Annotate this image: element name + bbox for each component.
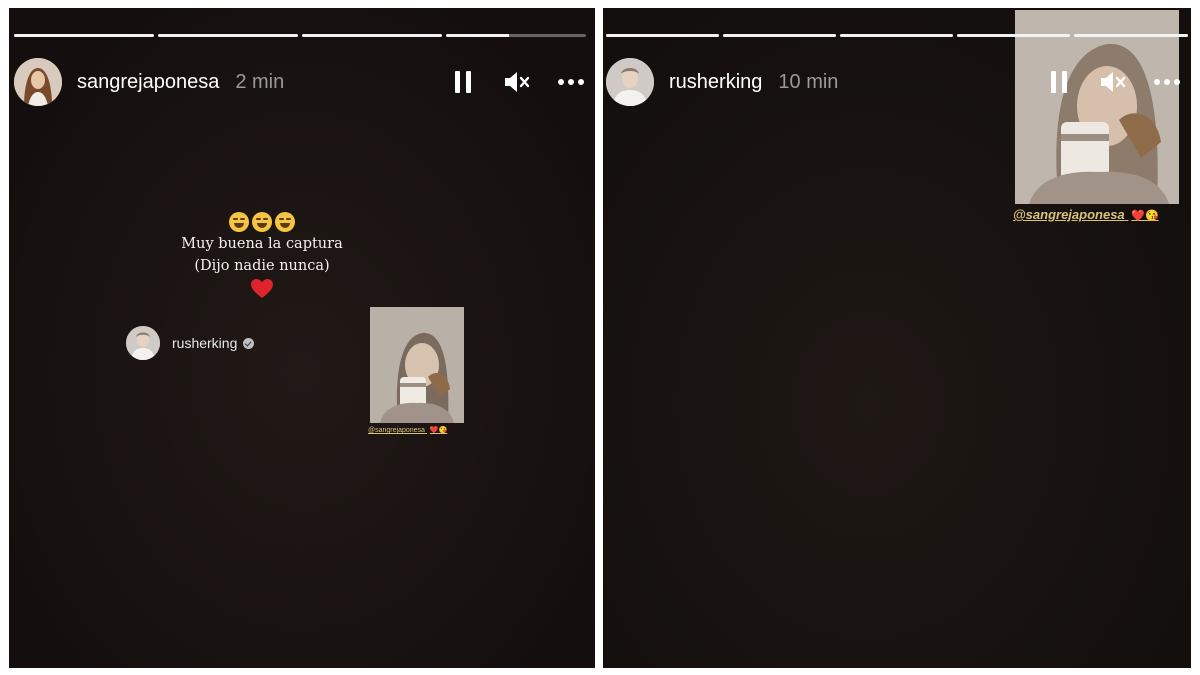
mention-tag[interactable]: @sangrejaponesa ❤️😘 bbox=[1013, 207, 1159, 222]
progress-segment bbox=[723, 34, 836, 37]
story-header: sangrejaponesa 2 min bbox=[14, 56, 585, 108]
progress-bar bbox=[14, 34, 588, 37]
more-icon[interactable] bbox=[1153, 68, 1181, 96]
story-username[interactable]: rusherking bbox=[669, 71, 762, 94]
avatar[interactable] bbox=[606, 58, 654, 106]
story-rusherking[interactable]: rusherking 10 min @sangrejaponesa ❤️😘 bbox=[603, 8, 1191, 668]
avatar[interactable] bbox=[14, 58, 62, 106]
story-caption: Muy buena la captura (Dijo nadie nunca) bbox=[139, 211, 385, 301]
mute-icon[interactable] bbox=[1099, 68, 1127, 96]
progress-segment bbox=[302, 34, 442, 37]
heart-icon bbox=[139, 277, 385, 301]
progress-segment-current bbox=[446, 34, 586, 37]
mention-emojis: ❤️😘 bbox=[429, 427, 448, 434]
progress-segment bbox=[957, 34, 1070, 37]
mention-tag[interactable]: @sangrejaponesa ❤️😘 bbox=[368, 426, 447, 434]
progress-bar bbox=[606, 34, 1188, 37]
mention-link[interactable]: @sangrejaponesa bbox=[368, 427, 425, 434]
reposted-photo[interactable] bbox=[370, 307, 464, 423]
repost-username[interactable]: rusherking bbox=[172, 335, 237, 351]
caption-line-1: Muy buena la captura bbox=[181, 236, 343, 252]
emoji-row bbox=[139, 211, 385, 233]
reposted-story-author[interactable]: rusherking bbox=[126, 326, 255, 360]
progress-segment bbox=[14, 34, 154, 37]
story-username[interactable]: sangrejaponesa bbox=[77, 71, 219, 94]
laughing-emoji-icon bbox=[229, 212, 249, 232]
mention-emojis: ❤️😘 bbox=[1131, 210, 1159, 222]
caption-line-2: (Dijo nadie nunca) bbox=[194, 258, 330, 274]
pause-icon[interactable] bbox=[449, 68, 477, 96]
progress-segment bbox=[606, 34, 719, 37]
verified-badge-icon bbox=[243, 337, 255, 349]
progress-segment bbox=[840, 34, 953, 37]
mention-link[interactable]: @sangrejaponesa bbox=[1013, 207, 1125, 222]
mute-icon[interactable] bbox=[503, 68, 531, 96]
laughing-emoji-icon bbox=[275, 212, 295, 232]
story-time: 10 min bbox=[778, 70, 839, 93]
pause-icon[interactable] bbox=[1045, 68, 1073, 96]
progress-segment-current bbox=[1074, 34, 1188, 37]
laughing-emoji-icon bbox=[252, 212, 272, 232]
story-sangrejaponesa[interactable]: sangrejaponesa 2 min Muy buena la captur… bbox=[9, 8, 595, 668]
more-icon[interactable] bbox=[557, 68, 585, 96]
avatar[interactable] bbox=[126, 326, 160, 360]
story-time: 2 min bbox=[235, 70, 285, 93]
progress-segment bbox=[158, 34, 298, 37]
story-header: rusherking 10 min bbox=[606, 56, 1181, 108]
